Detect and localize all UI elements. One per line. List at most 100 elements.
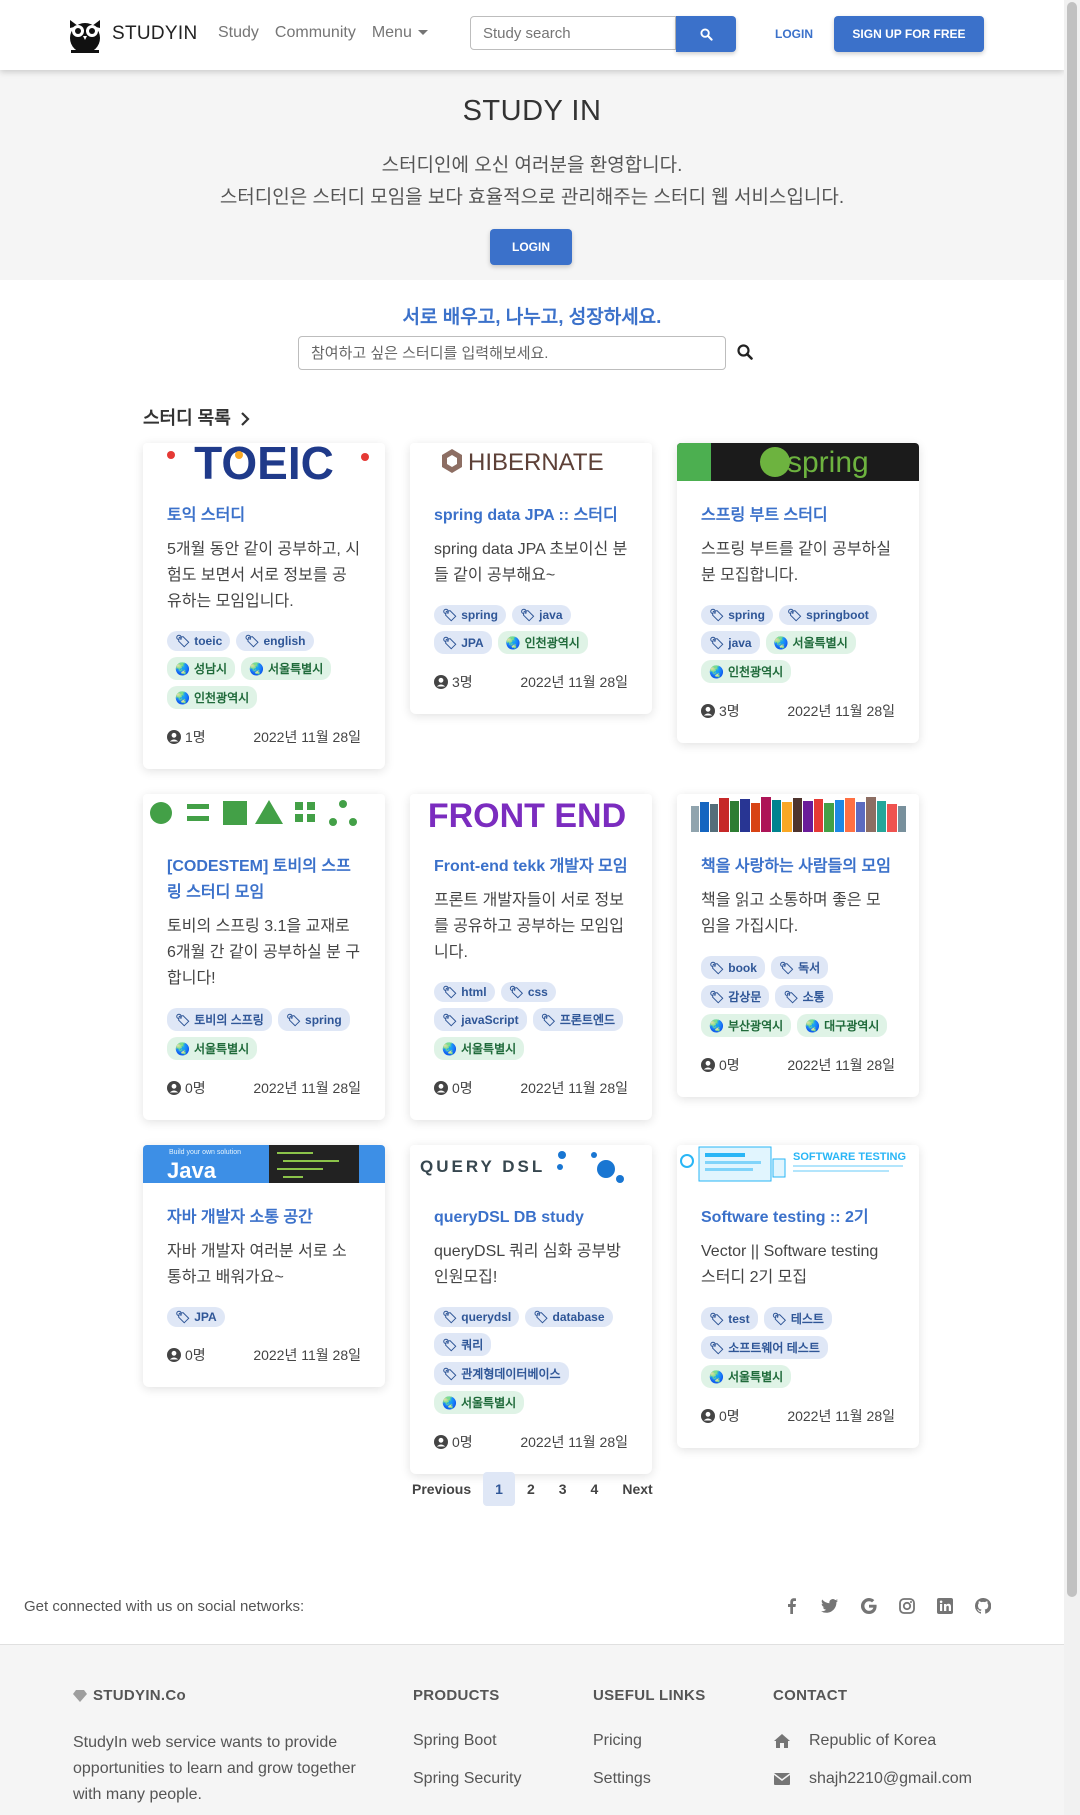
study-list-title[interactable]: 스터디 목록 xyxy=(143,404,250,430)
hero-login-button[interactable]: LOGIN xyxy=(490,229,572,265)
card-title[interactable]: 자바 개발자 소통 공간 xyxy=(167,1205,361,1231)
member-count: 0명 xyxy=(185,1347,206,1363)
scrollbar-thumb[interactable] xyxy=(1067,2,1077,1597)
study-card[interactable]: FRONT END Front-end tekk 개발자 모임 프론트 개발자들… xyxy=(410,794,652,1120)
card-title[interactable]: 스프링 부트 스터디 xyxy=(701,503,895,529)
study-card[interactable]: [CODESTEM] 토비의 스프링 스터디 모임 토비의 스프링 3.1을 교… xyxy=(143,794,385,1120)
hero-title: STUDY IN xyxy=(462,95,602,127)
card-title[interactable]: spring data JPA :: 스터디 xyxy=(434,503,628,529)
pagination-page-3[interactable]: 3 xyxy=(547,1472,579,1506)
card-tags: 🏷 toeic 🏷 english 🌏 성남시 🌏 서울특별시 🌏 인천광역시 xyxy=(167,631,361,709)
linkedin-icon[interactable] xyxy=(937,1598,953,1614)
tag-badge[interactable]: 🏷 감상문 xyxy=(701,985,770,1008)
card-title[interactable]: queryDSL DB study xyxy=(434,1205,628,1231)
nav-search-button[interactable] xyxy=(676,16,736,52)
footer: STUDYIN.Co StudyIn web service wants to … xyxy=(0,1645,1064,1815)
study-card[interactable]: HIBERNATE spring data JPA :: 스터디 spring … xyxy=(410,443,652,714)
tag-badge[interactable]: 🏷 database xyxy=(525,1307,613,1327)
tag-badge[interactable]: 🏷 english xyxy=(236,631,314,651)
region-badge[interactable]: 🌏 성남시 xyxy=(167,657,236,680)
tag-badge[interactable]: 🏷 java xyxy=(511,605,571,625)
card-title[interactable]: 책을 사랑하는 사람들의 모임 xyxy=(701,854,895,880)
footer-link-pricing[interactable]: Pricing xyxy=(593,1732,706,1750)
card-title[interactable]: [CODESTEM] 토비의 스프링 스터디 모임 xyxy=(167,854,361,906)
study-card[interactable]: 책을 사랑하는 사람들의 모임 책을 읽고 소통하며 좋은 모임을 가집시다. … xyxy=(677,794,919,1097)
study-card[interactable]: TOEIC 토익 스터디 5개월 동안 같이 공부하고, 시험도 보면서 서로 … xyxy=(143,443,385,769)
study-card[interactable]: spring 스프링 부트 스터디 스프링 부트를 같이 공부하실 분 모집합니… xyxy=(677,443,919,743)
region-badge[interactable]: 🌏 대구광역시 xyxy=(797,1014,888,1037)
tag-badge[interactable]: 🏷 독서 xyxy=(770,956,829,979)
card-tags: 🏷 spring 🏷 java 🏷 JPA 🌏 인천광역시 xyxy=(434,605,628,654)
tag-badge[interactable]: 🏷 spring xyxy=(434,605,506,625)
footer-link-spring-boot[interactable]: Spring Boot xyxy=(413,1732,522,1750)
pagination-previous[interactable]: Previous xyxy=(400,1472,483,1506)
pagination-page-2[interactable]: 2 xyxy=(515,1472,547,1506)
study-search-button[interactable] xyxy=(737,344,753,365)
tag-label: 관계형데이터베이스 xyxy=(461,1367,561,1381)
brand[interactable]: STUDYIN xyxy=(66,14,198,54)
pagination-page-4[interactable]: 4 xyxy=(579,1472,611,1506)
tag-badge[interactable]: 🏷 css xyxy=(500,982,556,1002)
tag-badge[interactable]: 🏷 querydsl xyxy=(434,1307,520,1327)
tag-badge[interactable]: 🏷 html xyxy=(434,982,495,1002)
github-icon[interactable] xyxy=(975,1598,991,1614)
card-title[interactable]: 토익 스터디 xyxy=(167,503,361,529)
tag-badge[interactable]: 🏷 toeic xyxy=(167,631,231,651)
region-badge[interactable]: 🌏 인천광역시 xyxy=(701,660,792,683)
signup-button[interactable]: SIGN UP FOR FREE xyxy=(834,16,984,52)
study-card[interactable]: SOFTWARE TESTING Software testing :: 2기 … xyxy=(677,1145,919,1448)
tag-icon: 🏷 xyxy=(778,960,795,975)
tag-badge[interactable]: 🏷 spring xyxy=(701,605,773,625)
footer-link-settings[interactable]: Settings xyxy=(593,1770,706,1788)
nav-menu-dropdown[interactable]: Menu xyxy=(372,24,428,42)
card-banner-text: HIBERNATE xyxy=(468,449,604,476)
tag-badge[interactable]: 🏷 관계형데이터베이스 xyxy=(434,1362,569,1385)
tag-badge[interactable]: 🏷 프론트엔드 xyxy=(532,1008,624,1031)
nav-search-input[interactable]: Study search xyxy=(470,16,676,50)
region-badge[interactable]: 🌏 인천광역시 xyxy=(497,631,588,654)
tag-badge[interactable]: 🏷 토비의 스프링 xyxy=(167,1008,272,1031)
tag-badge[interactable]: 🏷 test xyxy=(701,1307,758,1330)
tag-badge[interactable]: 🏷 springboot xyxy=(778,605,877,625)
google-icon[interactable] xyxy=(861,1598,877,1614)
tag-badge[interactable]: 🏷 소프트웨어 테스트 xyxy=(701,1336,828,1359)
facebook-icon[interactable] xyxy=(785,1598,799,1614)
region-badge[interactable]: 🌏 서울특별시 xyxy=(241,657,332,680)
study-card[interactable]: Build your own solution Java 자바 개발자 소통 공간… xyxy=(143,1145,385,1387)
tag-badge[interactable]: 🏷 테스트 xyxy=(763,1307,832,1330)
twitter-icon[interactable] xyxy=(821,1598,839,1614)
user-circle-icon xyxy=(167,730,181,744)
tag-badge[interactable]: 🏷 javaScript xyxy=(434,1008,527,1031)
tag-icon: 🏷 xyxy=(519,608,536,622)
pagination-next[interactable]: Next xyxy=(610,1472,664,1506)
tag-badge[interactable]: 🏷 java xyxy=(701,631,760,654)
region-badge[interactable]: 🌏 서울특별시 xyxy=(765,631,856,654)
footer-contact-email[interactable]: shajh2210@gmail.com xyxy=(773,1770,972,1788)
region-badge[interactable]: 🌏 서울특별시 xyxy=(701,1365,792,1388)
study-card[interactable]: QUERY DSL queryDSL DB study queryDSL 쿼리 … xyxy=(410,1145,652,1474)
region-badge[interactable]: 🌏 서울특별시 xyxy=(434,1391,525,1414)
tag-badge[interactable]: 🏷 JPA xyxy=(167,1307,225,1327)
card-title[interactable]: Software testing :: 2기 xyxy=(701,1205,895,1231)
card-title[interactable]: Front-end tekk 개발자 모임 xyxy=(434,854,628,880)
region-badge[interactable]: 🌏 서울특별시 xyxy=(167,1037,258,1060)
nav-link-community[interactable]: Community xyxy=(275,24,356,42)
nav-link-study[interactable]: Study xyxy=(218,24,259,42)
study-search-input[interactable]: 참여하고 싶은 스터디를 입력해보세요. xyxy=(298,336,726,370)
region-badge[interactable]: 🌏 인천광역시 xyxy=(167,686,258,709)
footer-link-spring-security[interactable]: Spring Security xyxy=(413,1770,522,1788)
tag-badge[interactable]: 🏷 소통 xyxy=(775,985,833,1008)
tag-badge[interactable]: 🏷 JPA xyxy=(434,631,492,654)
vertical-scrollbar[interactable] xyxy=(1064,0,1080,1815)
tag-badge[interactable]: 🏷 spring xyxy=(277,1008,350,1031)
tag-icon: 🏷 xyxy=(709,635,725,650)
nav-login-button[interactable]: LOGIN xyxy=(775,27,813,41)
tag-badge[interactable]: 🏷 쿼리 xyxy=(434,1333,492,1356)
instagram-icon[interactable] xyxy=(899,1598,915,1614)
pagination-page-1[interactable]: 1 xyxy=(483,1472,515,1506)
tag-badge[interactable]: 🏷 book xyxy=(701,956,765,979)
globe-icon: 🌏 xyxy=(442,1395,457,1410)
region-badge[interactable]: 🌏 부산광역시 xyxy=(701,1014,792,1037)
card-banner-text: QUERY DSL xyxy=(420,1157,545,1176)
region-badge[interactable]: 🌏 서울특별시 xyxy=(434,1037,525,1060)
